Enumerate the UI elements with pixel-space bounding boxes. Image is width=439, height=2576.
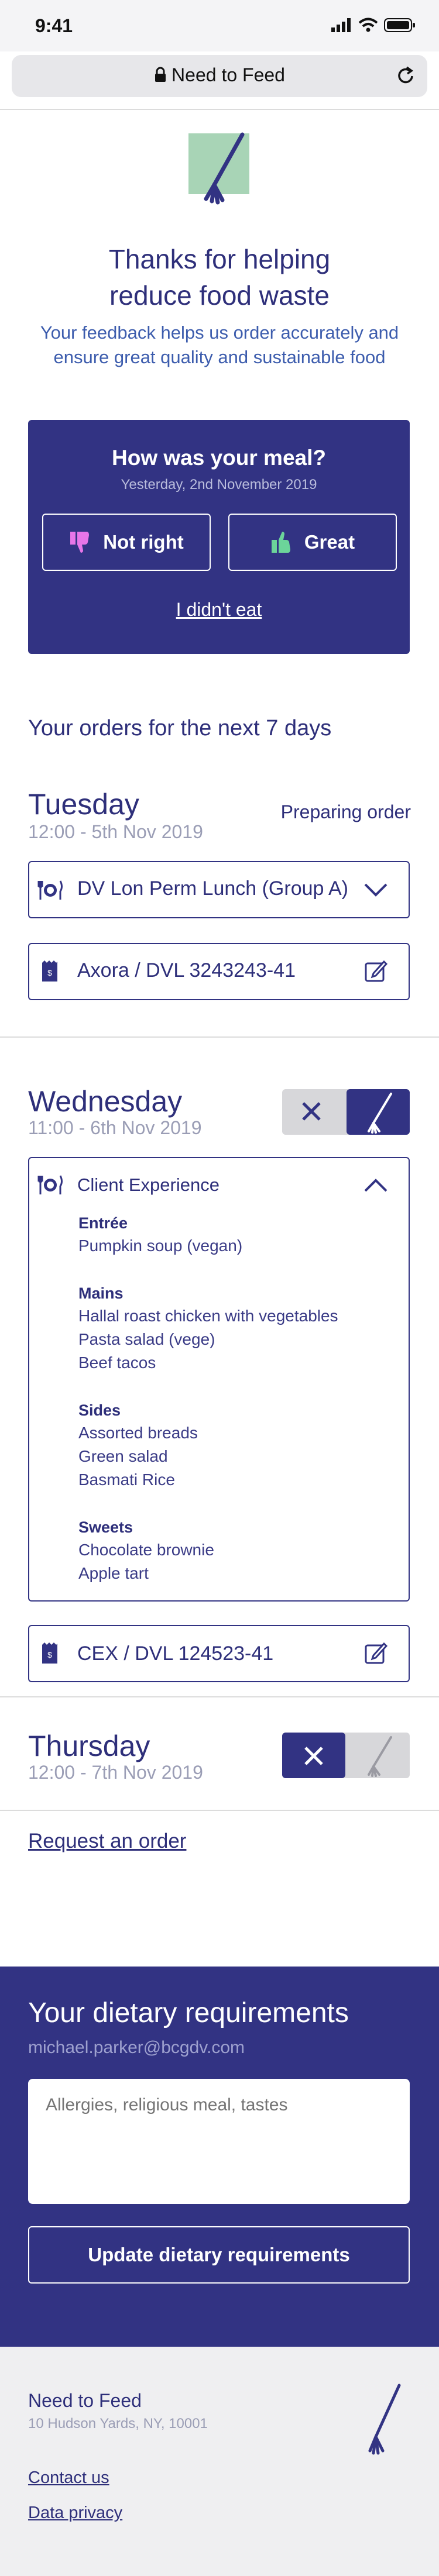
chevron-up-icon[interactable] bbox=[363, 1177, 389, 1196]
update-dietary-button[interactable]: Update dietary requirements bbox=[28, 2226, 410, 2284]
cost-center-wednesday: CEX / DVL 124523-41 bbox=[77, 1642, 274, 1665]
menu-heading-sweets: Sweets bbox=[78, 1518, 133, 1536]
subtitle-line2: ensure great quality and sustainable foo… bbox=[53, 347, 386, 367]
status-icons bbox=[331, 18, 416, 33]
menu-heading-entree: Entrée bbox=[78, 1214, 128, 1232]
day-date-tuesday: 12:00 - 5th Nov 2019 bbox=[28, 821, 203, 842]
thumbs-up-icon bbox=[271, 532, 290, 553]
menu-item: Green salad bbox=[78, 1447, 168, 1465]
menu-heading-mains: Mains bbox=[78, 1284, 124, 1302]
day-date-thursday: 12:00 - 7th Nov 2019 bbox=[28, 1762, 203, 1783]
chrome-divider bbox=[0, 109, 439, 110]
fork-icon bbox=[359, 1090, 398, 1138]
menu-item: Chocolate brownie bbox=[78, 1541, 214, 1559]
receipt-icon: $ bbox=[41, 1641, 59, 1668]
lock-icon bbox=[155, 67, 166, 82]
day-name-thursday: Thursday bbox=[28, 1730, 150, 1762]
day-date-wednesday: 11:00 - 6th Nov 2019 bbox=[28, 1117, 202, 1138]
thanks-heading-line2: reduce food waste bbox=[109, 280, 330, 311]
cost-center-tuesday: Axora / DVL 3243243-41 bbox=[77, 959, 296, 982]
footer bbox=[0, 2347, 439, 2576]
signal-icon bbox=[331, 18, 351, 32]
edit-icon[interactable] bbox=[364, 959, 388, 986]
plate-cutlery-icon bbox=[37, 1173, 63, 1197]
contact-us-link[interactable]: Contact us bbox=[28, 2468, 109, 2488]
footer-address: 10 Hudson Yards, NY, 10001 bbox=[28, 2416, 208, 2432]
feedback-title: How was your meal? bbox=[112, 446, 326, 470]
footer-brand: Need to Feed bbox=[28, 2390, 142, 2411]
close-icon[interactable] bbox=[300, 1100, 323, 1126]
great-button[interactable]: Great bbox=[228, 514, 397, 571]
battery-icon bbox=[384, 18, 415, 32]
wifi-icon bbox=[358, 18, 378, 32]
day-divider bbox=[0, 1696, 439, 1697]
day-divider bbox=[0, 1036, 439, 1038]
menu-item: Apple tart bbox=[78, 1564, 149, 1582]
fork-logo-icon bbox=[192, 128, 256, 212]
menu-item: Assorted breads bbox=[78, 1424, 198, 1442]
menu-item: Basmati Rice bbox=[78, 1470, 175, 1489]
didnt-eat-link[interactable]: I didn't eat bbox=[28, 599, 410, 621]
not-right-label: Not right bbox=[103, 531, 184, 553]
menu-item: Pasta salad (vege) bbox=[78, 1330, 215, 1348]
subtitle-line1: Your feedback helps us order accurately … bbox=[40, 322, 399, 343]
status-time: 9:41 bbox=[35, 15, 73, 36]
receipt-icon: $ bbox=[41, 959, 59, 986]
feedback-date: Yesterday, 2nd November 2019 bbox=[121, 477, 317, 493]
menu-item: Beef tacos bbox=[78, 1354, 156, 1372]
not-right-button[interactable]: Not right bbox=[42, 514, 211, 571]
svg-text:$: $ bbox=[47, 968, 52, 977]
dietary-requirements-input[interactable] bbox=[28, 2079, 410, 2204]
dietary-email: michael.parker@bcgdv.com bbox=[28, 2038, 245, 2057]
data-privacy-link[interactable]: Data privacy bbox=[28, 2503, 122, 2523]
url-title-text: Need to Feed bbox=[172, 64, 285, 85]
fork-icon bbox=[359, 1734, 398, 1781]
close-icon[interactable] bbox=[302, 1744, 325, 1771]
fork-logo-icon bbox=[359, 2382, 406, 2461]
meal-name-tuesday: DV Lon Perm Lunch (Group A) bbox=[77, 877, 349, 900]
thumbs-down-icon bbox=[70, 532, 90, 553]
thanks-heading-line1: Thanks for helping bbox=[108, 244, 331, 274]
edit-icon[interactable] bbox=[364, 1641, 388, 1668]
dietary-title: Your dietary requirements bbox=[28, 1998, 349, 2029]
great-label: Great bbox=[304, 531, 355, 553]
menu-item: Hallal roast chicken with vegetables bbox=[78, 1307, 338, 1325]
menu-item: Pumpkin soup (vegan) bbox=[78, 1237, 243, 1255]
orders-section-title: Your orders for the next 7 days bbox=[28, 716, 332, 741]
request-order-link[interactable]: Request an order bbox=[28, 1830, 186, 1853]
url-title: Need to Feed bbox=[0, 64, 439, 86]
day-divider bbox=[0, 1810, 439, 1811]
svg-text:$: $ bbox=[47, 1650, 52, 1659]
menu-heading-sides: Sides bbox=[78, 1401, 121, 1419]
order-status: Preparing order bbox=[280, 801, 411, 822]
plate-cutlery-icon bbox=[37, 879, 63, 902]
meal-name-wednesday: Client Experience bbox=[77, 1175, 220, 1195]
day-name-tuesday: Tuesday bbox=[28, 788, 139, 821]
reload-icon[interactable] bbox=[396, 66, 416, 89]
chevron-down-icon[interactable] bbox=[363, 882, 389, 901]
day-name-wednesday: Wednesday bbox=[28, 1085, 183, 1118]
